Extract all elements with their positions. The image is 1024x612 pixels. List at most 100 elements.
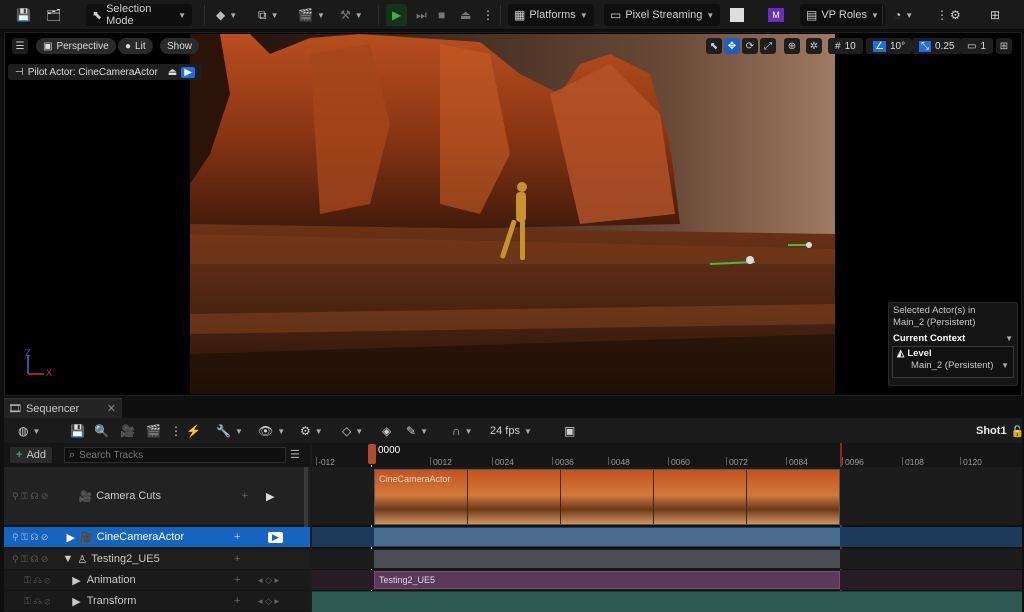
play-options-button[interactable]: ⋮ [476, 4, 500, 26]
fps-dropdown[interactable]: 24 fps ▼ [484, 420, 538, 442]
vp-roles-icon: ▤ [806, 8, 818, 22]
platforms-dropdown[interactable]: ▦ Platforms ▼ [508, 4, 594, 26]
surface-snap-icon[interactable]: ✲ [806, 38, 822, 54]
camera-cut-section[interactable]: CineCameraActor [374, 469, 840, 525]
key-nav-icon[interactable]: ◂ ◇ ▸ [258, 575, 279, 586]
cinecamera-section[interactable] [374, 528, 840, 546]
pixel-streaming-dropdown[interactable]: ▭ Pixel Streaming ▼ [604, 4, 721, 26]
grid-snap-button[interactable]: # 10 [828, 38, 863, 54]
level-box: ◭ Level Main_2 (Persistent) ▼ [892, 346, 1014, 378]
track-row-cinecameraactor[interactable]: ⚲ ⚿ ☊ ⊘ ▶ 🎥 CineCameraActor + ▶ [4, 527, 310, 547]
camera-pilot-icon[interactable]: ▶ [181, 66, 195, 78]
camera-cut-lock-icon[interactable]: ▣ [558, 420, 581, 442]
add-section-icon[interactable]: + [234, 531, 240, 543]
cinematics-button[interactable]: 🎬 ▼ [292, 4, 331, 26]
camera-lock-icon[interactable]: ▶ [268, 531, 283, 543]
tick-label: -012 [318, 457, 336, 467]
filter-icon[interactable]: ☰ [290, 448, 300, 461]
cube-icon: ▣ [43, 40, 53, 52]
transform-section[interactable] [312, 592, 1022, 612]
expand-icon[interactable]: ▶ [66, 531, 74, 544]
current-context-dropdown[interactable]: Current Context ▼ [889, 329, 1017, 346]
track-label: Transform [86, 595, 137, 607]
edit-mode-icon[interactable]: ✎ ▼ [400, 420, 434, 442]
add-section-icon[interactable]: + [234, 595, 240, 607]
grid-settings-icon[interactable]: ⊞ [984, 4, 1006, 26]
close-icon[interactable]: ✕ [107, 402, 116, 415]
render-movie-icon[interactable]: 🎥 [114, 420, 141, 442]
stop-button[interactable]: ■ [432, 4, 451, 26]
view-options-icon[interactable]: 👁 ▼ [252, 420, 291, 442]
viewport-layout-icon[interactable]: ⊞ [996, 38, 1012, 54]
testing2-section[interactable] [374, 550, 840, 568]
lit-icon: ● [125, 40, 132, 52]
track-row-camera-cuts[interactable]: ⚲ ⚿ ☊ ⊘ 🎥 Camera Cuts + ▶ [4, 467, 310, 525]
add-track-button[interactable]: + Add [10, 447, 53, 463]
step-button[interactable]: ⏭ [410, 4, 433, 26]
collapse-icon[interactable]: ▼ [62, 553, 73, 565]
key-nav-icon[interactable]: ◂ ◇ ▸ [258, 596, 279, 607]
add-section-icon[interactable]: + [242, 490, 248, 502]
scale-tool-icon[interactable]: ⤢ [760, 38, 776, 54]
show-button[interactable]: Show [160, 38, 200, 54]
eject-button[interactable]: ⏏ [454, 4, 477, 26]
timeline[interactable]: -012 0012 0024 0036 0048 0060 0072 0084 … [312, 443, 1022, 612]
add-actor-button[interactable]: ◆ ▼ [210, 4, 243, 26]
search-tracks-input[interactable] [79, 449, 270, 461]
gauge-icon[interactable]: ◔ ▼ [888, 4, 919, 26]
settings-icon[interactable]: ⚙ [944, 4, 967, 26]
save-icon[interactable]: 💾 [10, 4, 37, 26]
playback-options-icon[interactable]: ⚙ ▼ [294, 420, 329, 442]
snap-icon[interactable]: ∩ ▼ [446, 420, 479, 442]
sequencer-icon: 🎞 [8, 403, 22, 415]
expand-icon[interactable]: ▶ [72, 595, 80, 608]
add-section-icon[interactable]: + [234, 553, 240, 565]
animation-section[interactable]: Testing2_UE5 [374, 571, 840, 589]
camera-actor-icon: 🎥 [78, 531, 93, 544]
clapboard-icon[interactable]: 🎬 [140, 420, 167, 442]
play-button[interactable]: ▶ [386, 4, 408, 26]
blueprint-button[interactable]: ⧉ ▼ [252, 4, 285, 26]
lock-icon[interactable]: 🔓 [1011, 425, 1024, 438]
rotate-tool-icon[interactable]: ⟳ [742, 38, 758, 54]
auto-key-icon[interactable]: ◈ [376, 420, 397, 442]
actions-icon[interactable]: ⚡ [180, 420, 207, 442]
perspective-button[interactable]: ▣ Perspective [36, 38, 116, 54]
white-square-button[interactable] [724, 4, 750, 26]
scale-snap-value: 0.25 [935, 40, 955, 52]
lit-button[interactable]: ● Lit [118, 38, 153, 54]
save-sequence-icon[interactable]: 💾 [64, 420, 91, 442]
select-tool-icon[interactable]: ⬉ [706, 38, 722, 54]
rotation-snap-button[interactable]: ∠ 10° [866, 38, 913, 54]
camera-speed-button[interactable]: ▭ 1 [960, 38, 994, 54]
sequencer-toolbar: ◍ ▼ 💾 🔍 🎥 🎬 ⋮ ⚡ 🔧 ▼ 👁 ▼ ⚙ ▼ ◇ ▼ ◈ ✎ ▼ ∩ ▼ 24 fp… [4, 419, 1024, 443]
build-button[interactable]: ⚒ ▼ [334, 4, 369, 26]
search-tracks-field[interactable]: ⌕ [64, 447, 286, 463]
find-in-browser-icon[interactable]: 🔍 [88, 420, 115, 442]
tick-label: 0048 [611, 457, 630, 467]
angle-icon: ∠ [873, 40, 886, 52]
mode-dropdown[interactable]: ⬉ Selection Mode ▼ [86, 3, 192, 27]
tools-icon[interactable]: 🔧 ▼ [210, 420, 249, 442]
key-options-icon[interactable]: ◇ ▼ [336, 420, 369, 442]
track-scrollbar[interactable] [304, 467, 308, 527]
playhead-handle[interactable] [368, 444, 376, 464]
scale-snap-button[interactable]: ⤡ 0.25 [912, 38, 962, 54]
track-row-animation[interactable]: ⚿ ☊ ⊘ ▶ Animation + ◂ ◇ ▸ [4, 570, 310, 590]
content-browser-icon[interactable]: 🗂 [40, 4, 67, 26]
add-section-icon[interactable]: + [234, 574, 240, 586]
time-ruler[interactable]: -012 0012 0024 0036 0048 0060 0072 0084 … [312, 443, 1022, 467]
expand-icon[interactable]: ▶ [72, 574, 80, 587]
vp-roles-dropdown[interactable]: ▤ VP Roles ▼ [800, 4, 885, 26]
waveform-app-icon[interactable]: M [762, 4, 790, 26]
world-space-icon[interactable]: ⊕ [784, 38, 800, 54]
track-row-transform[interactable]: ⚿ ☊ ⊘ ▶ Transform + ◂ ◇ ▸ [4, 591, 310, 611]
level-dropdown[interactable]: Main_2 (Persistent) ▼ [893, 360, 1013, 371]
eject-pilot-icon[interactable]: ⏏ [168, 67, 177, 78]
viewport-menu-icon[interactable]: ☰ [12, 38, 28, 54]
translate-tool-icon[interactable]: ✥ [724, 38, 740, 54]
camera-icon[interactable]: ▶ [266, 490, 274, 503]
track-row-testing2[interactable]: ⚲ ⚿ ☊ ⊘ ▼ ♙ Testing2_UE5 + [4, 549, 310, 569]
sequencer-tab[interactable]: 🎞 Sequencer ✕ [4, 398, 122, 418]
world-icon[interactable]: ◍ ▼ [12, 420, 46, 442]
